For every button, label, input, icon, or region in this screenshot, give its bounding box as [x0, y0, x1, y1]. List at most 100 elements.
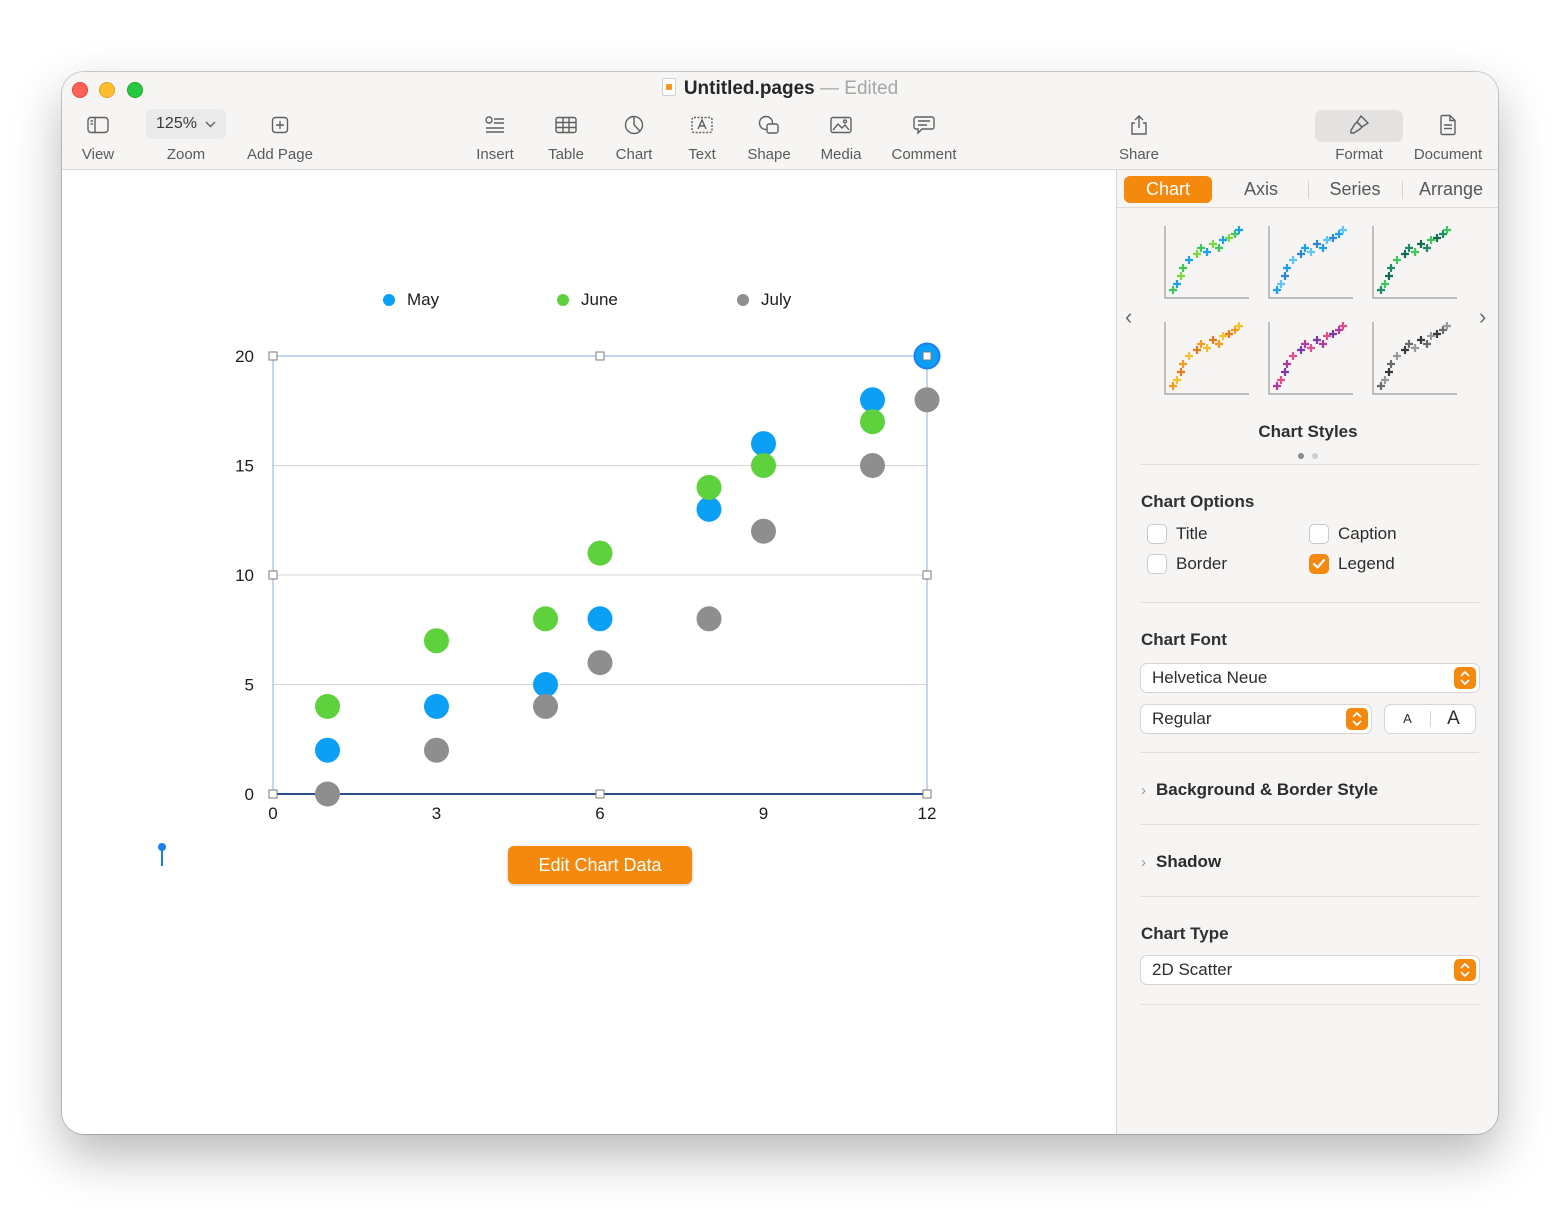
insert-button[interactable]: Insert	[470, 112, 520, 163]
comment-button[interactable]: Comment	[886, 112, 962, 163]
border-option[interactable]: Border	[1147, 554, 1227, 574]
data-point-may[interactable]	[315, 737, 340, 763]
zoom-popup[interactable]: 125%	[146, 109, 226, 139]
share-label: Share	[1118, 146, 1160, 163]
chart-label: Chart	[615, 146, 653, 163]
x-tick-label: 3	[432, 804, 441, 823]
title-checkbox[interactable]	[1147, 524, 1167, 544]
font-style-popup[interactable]: Regular	[1141, 705, 1371, 733]
legend-checkbox[interactable]	[1309, 554, 1329, 574]
title-option[interactable]: Title	[1147, 524, 1208, 544]
data-point-june[interactable]	[751, 453, 776, 478]
resize-handle[interactable]	[922, 789, 932, 799]
caption-checkbox[interactable]	[1309, 524, 1329, 544]
view-button[interactable]: View	[76, 112, 120, 163]
data-point-june[interactable]	[860, 409, 885, 435]
tab-chart[interactable]: Chart	[1124, 176, 1212, 203]
chevron-down-icon	[205, 121, 216, 127]
data-point-june[interactable]	[696, 474, 722, 500]
data-point-july[interactable]	[533, 693, 558, 719]
media-button[interactable]: Media	[816, 112, 866, 163]
data-point-july[interactable]	[860, 453, 885, 478]
document-button[interactable]: Document	[1406, 112, 1490, 163]
chevron-right-icon[interactable]: ›	[1479, 304, 1486, 330]
divider	[1141, 752, 1479, 753]
font-size-stepper: A A	[1385, 705, 1475, 733]
chevron-left-icon[interactable]: ‹	[1125, 304, 1132, 330]
data-point-july[interactable]	[751, 518, 776, 544]
border-checkbox[interactable]	[1147, 554, 1167, 574]
updown-chevron-icon	[1454, 959, 1476, 981]
text-button[interactable]: Text	[680, 112, 724, 163]
data-point-july[interactable]	[315, 781, 340, 807]
data-point-may[interactable]	[533, 672, 558, 697]
data-point-june[interactable]	[424, 628, 449, 654]
zoom-control[interactable]: 125% Zoom	[142, 109, 230, 163]
edited-status: Edited	[844, 78, 899, 99]
resize-handle[interactable]	[922, 570, 932, 580]
page-dot[interactable]	[1312, 453, 1318, 459]
document-canvas[interactable]: May June July 0 5 10 15 20 0 3 6 9 12 Edit Chart …	[62, 170, 1116, 1134]
scatter-style-preview-icon	[1372, 322, 1457, 395]
window-title: Untitled.pages — Edited	[62, 78, 1498, 100]
font-family-popup[interactable]: Helvetica Neue	[1141, 664, 1479, 692]
add-page-button[interactable]: Add Page	[242, 112, 318, 163]
legend-option[interactable]: Legend	[1309, 554, 1395, 574]
y-tick-label: 5	[245, 676, 254, 695]
updown-chevron-icon	[1346, 708, 1368, 730]
share-button[interactable]: Share	[1116, 112, 1162, 163]
resize-handle[interactable]	[922, 351, 932, 361]
resize-handle[interactable]	[268, 351, 278, 361]
background-border-style-section[interactable]: › Background & Border Style	[1141, 780, 1378, 800]
shape-button[interactable]: Shape	[744, 112, 794, 163]
chart-style-thumbnail[interactable]	[1161, 224, 1251, 302]
data-point-may[interactable]	[587, 606, 613, 632]
tab-series[interactable]: Series	[1313, 176, 1397, 203]
data-point-may[interactable]	[696, 496, 722, 522]
data-point-july[interactable]	[696, 606, 722, 632]
increase-font-size-button[interactable]: A	[1431, 705, 1476, 733]
resize-handle[interactable]	[595, 789, 605, 799]
data-point-june[interactable]	[315, 693, 340, 719]
format-button[interactable]: Format	[1322, 112, 1396, 163]
resize-handle[interactable]	[595, 351, 605, 361]
x-tick-label: 6	[595, 804, 604, 823]
title-option-label: Title	[1176, 524, 1208, 543]
table-label: Table	[548, 146, 584, 163]
tab-arrange[interactable]: Arrange	[1407, 176, 1495, 203]
text-label: Text	[688, 146, 716, 163]
data-point-july[interactable]	[587, 650, 613, 676]
resize-handle[interactable]	[268, 570, 278, 580]
data-point-may[interactable]	[424, 693, 449, 719]
data-point-may[interactable]	[860, 387, 885, 413]
chart-style-thumbnail[interactable]	[1161, 320, 1251, 398]
chart-style-thumbnail[interactable]	[1369, 224, 1459, 302]
table-button[interactable]: Table	[542, 112, 590, 163]
chart-type-popup[interactable]: 2D Scatter	[1141, 956, 1479, 984]
chart-options-heading: Chart Options	[1141, 492, 1255, 511]
comment-icon	[886, 112, 962, 138]
page-dot-active[interactable]	[1298, 453, 1304, 459]
data-point-june[interactable]	[533, 606, 558, 632]
x-tick-label: 9	[759, 804, 768, 823]
data-point-july[interactable]	[424, 737, 449, 763]
resize-handle[interactable]	[268, 789, 278, 799]
toolbar: Untitled.pages — Edited View 125% Zoom A…	[62, 72, 1498, 170]
shadow-section[interactable]: › Shadow	[1141, 852, 1221, 872]
chart-styles-label: Chart Styles	[1258, 422, 1358, 441]
chart-style-thumbnail[interactable]	[1265, 224, 1355, 302]
divider	[1141, 896, 1479, 897]
edit-chart-data-button[interactable]: Edit Chart Data	[508, 846, 692, 884]
chart-button[interactable]: Chart	[610, 112, 658, 163]
data-point-june[interactable]	[587, 540, 613, 566]
tab-divider	[1402, 181, 1403, 199]
chart-style-thumbnail[interactable]	[1369, 320, 1459, 398]
decrease-font-size-button[interactable]: A	[1385, 705, 1430, 733]
caption-option[interactable]: Caption	[1309, 524, 1397, 544]
tab-axis[interactable]: Axis	[1221, 176, 1301, 203]
data-point-may[interactable]	[751, 431, 776, 457]
y-tick-label: 10	[235, 566, 254, 585]
scatter-chart[interactable]: 0 5 10 15 20 0 3 6 9 12	[62, 170, 1116, 870]
data-point-july[interactable]	[914, 387, 940, 413]
chart-style-thumbnail[interactable]	[1265, 320, 1355, 398]
